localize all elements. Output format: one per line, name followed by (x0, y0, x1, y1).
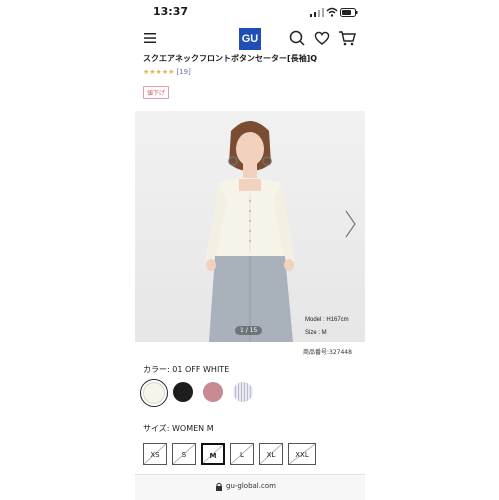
size-s-label: S (181, 451, 187, 459)
color-heading: カラー: (143, 365, 170, 374)
heart-icon[interactable] (313, 29, 331, 47)
next-image-icon[interactable] (343, 209, 357, 239)
url-text[interactable]: gu-global.com (226, 482, 276, 490)
product-number: 商品番号:327448 (303, 349, 352, 356)
product-title: スクエアネックフロントボタンセーター[長袖]Q (143, 54, 318, 63)
phone-screen: 13:37 GU スクエアネックフロントボタンセーター[長袖]Q ★★★★★ [… (135, 0, 365, 500)
color-label: カラー: 01 OFF WHITE (143, 364, 229, 375)
search-icon[interactable] (288, 29, 306, 47)
size-xxl[interactable]: XXL (288, 443, 316, 465)
model-photo (205, 121, 295, 342)
selected-size: WOMEN M (172, 424, 214, 433)
swatch-pink[interactable] (203, 382, 223, 402)
size-m-label: M (209, 452, 217, 460)
status-time: 13:37 (153, 5, 189, 18)
size-l-label: L (240, 451, 244, 459)
menu-icon[interactable] (143, 31, 157, 45)
status-bar: 13:37 (135, 0, 365, 24)
swatch-black[interactable] (173, 382, 193, 402)
size-s[interactable]: S (172, 443, 196, 465)
review-count[interactable]: [19] (176, 68, 190, 76)
wifi-icon (326, 7, 338, 17)
swatch-stripe[interactable] (233, 382, 253, 402)
signal-icon (310, 8, 324, 17)
selected-color: 01 OFF WHITE (172, 365, 230, 374)
browser-url-bar[interactable]: gu-global.com (135, 474, 365, 500)
rating-stars: ★★★★★ (143, 68, 175, 76)
size-xs-label: XS (150, 451, 160, 459)
model-info: Model : H167cm Size : M (305, 314, 349, 340)
size-label: サイズ: WOMEN M (143, 423, 214, 434)
model-size: Size : M (305, 330, 327, 336)
size-l[interactable]: L (230, 443, 254, 465)
price-down-badge: 値下げ (143, 86, 170, 99)
size-xxl-label: XXL (295, 451, 309, 459)
size-xl-label: XL (266, 451, 276, 459)
lock-icon (216, 482, 222, 491)
cart-icon[interactable] (338, 29, 356, 47)
size-xs[interactable]: XS (143, 443, 167, 465)
size-xl[interactable]: XL (259, 443, 283, 465)
gu-logo[interactable]: GU (239, 28, 261, 50)
size-m[interactable]: M (201, 443, 225, 465)
product-image[interactable]: Model : H167cm Size : M 1 / 15 (135, 111, 365, 342)
image-pager: 1 / 15 (235, 326, 263, 335)
size-heading: サイズ: (143, 424, 170, 433)
site-header: GU (135, 26, 365, 52)
battery-icon (340, 8, 358, 17)
swatch-off-white[interactable] (140, 379, 168, 407)
product-rating[interactable]: ★★★★★ [19] (143, 68, 191, 78)
model-height: Model : H167cm (305, 317, 349, 323)
